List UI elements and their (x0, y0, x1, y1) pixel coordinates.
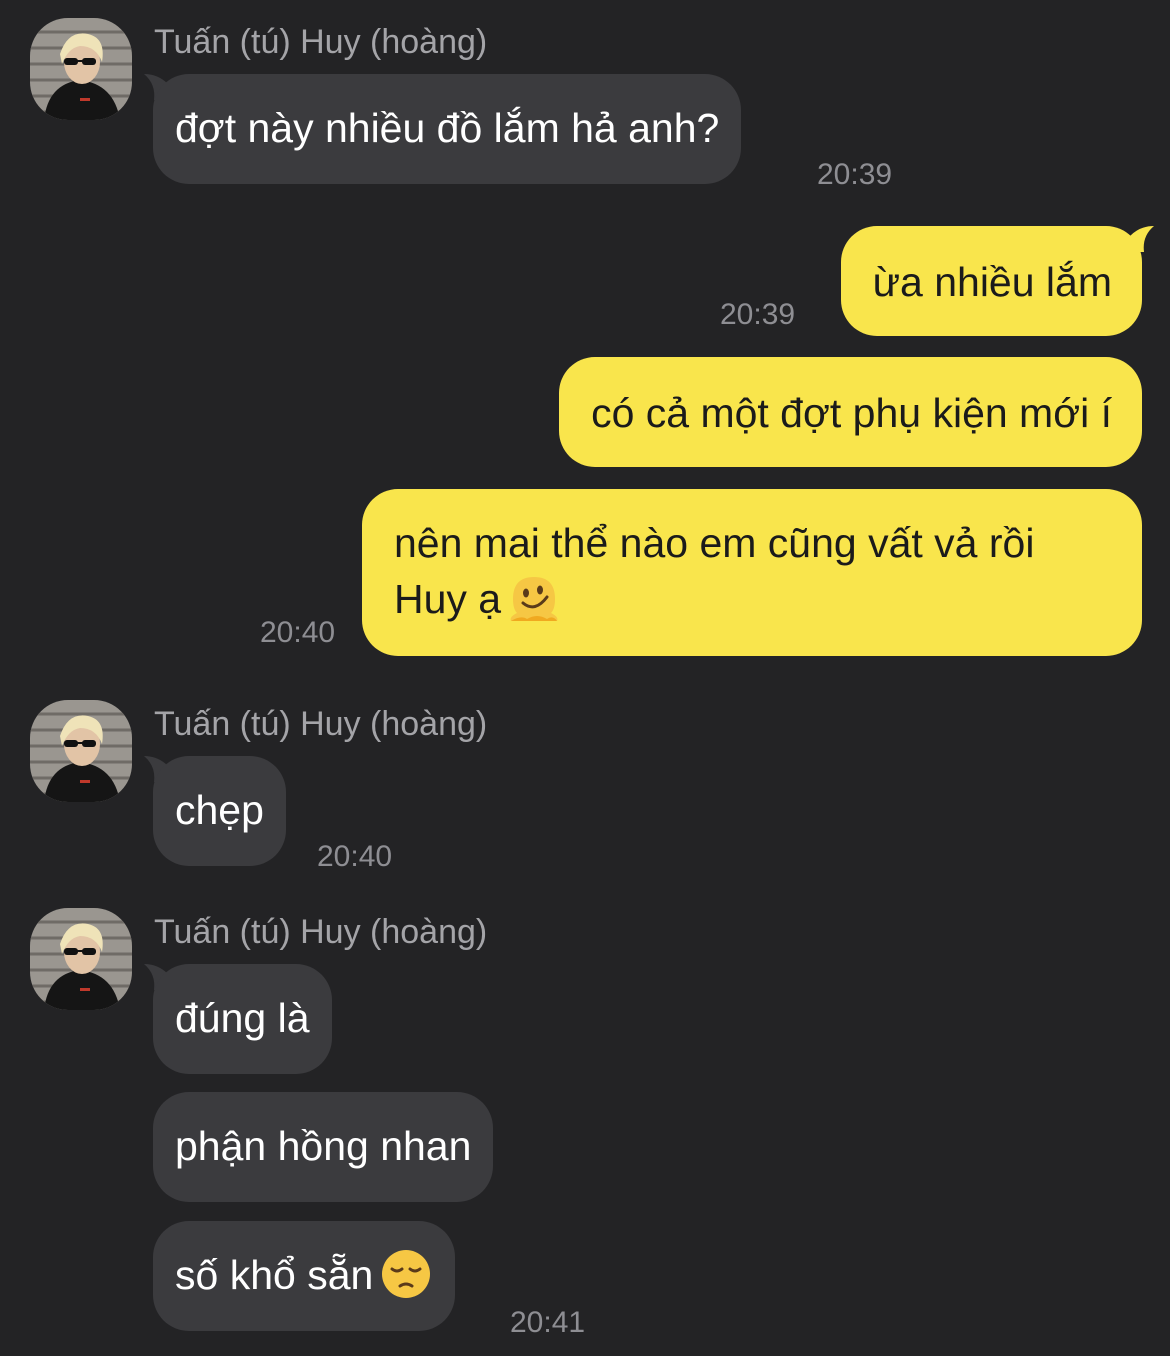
message-bubble-incoming[interactable]: chẹp (153, 756, 286, 866)
avatar-photo (30, 18, 132, 120)
message-text: đúng là (175, 995, 310, 1041)
message-bubble-incoming[interactable]: đợt này nhiều đồ lắm hả anh? (153, 74, 742, 184)
avatar-photo (30, 908, 132, 1010)
sender-name: Tuấn (tú) Huy (hoàng) (154, 23, 488, 61)
message-text: phận hồng nhan (175, 1123, 472, 1169)
message-bubble-incoming[interactable]: phận hồng nhan (153, 1092, 494, 1202)
message-text: chẹp (175, 787, 264, 833)
message-bubble-outgoing[interactable]: ừa nhiều lắm (840, 226, 1142, 336)
message-timestamp: 20:40 (317, 840, 393, 873)
message-timestamp: 20:41 (510, 1306, 586, 1339)
message-text: có cả một đợt phụ kiện mới í (591, 390, 1112, 436)
message-text: nên mai thể nào em cũng vất vả rồi Huy ạ (394, 520, 1035, 622)
bubble-tail (1130, 226, 1154, 252)
message-text: đợt này nhiều đồ lắm hả anh? (175, 105, 720, 151)
message-bubble-outgoing[interactable]: có cả một đợt phụ kiện mới í (559, 357, 1142, 467)
message-text: số khổ sẵn (175, 1252, 374, 1298)
message-bubble-outgoing[interactable]: nên mai thể nào em cũng vất vả rồi Huy ạ (362, 489, 1142, 656)
message-timestamp: 20:39 (817, 158, 893, 191)
chat-view: Tuấn (tú) Huy (hoàng) đợt này nhiều đồ l… (0, 0, 1170, 1356)
pensive-face-emoji (379, 1247, 433, 1301)
melting-face-emoji (507, 571, 561, 625)
sender-avatar[interactable] (30, 700, 132, 802)
message-text: ừa nhiều lắm (872, 259, 1112, 305)
message-timestamp: 20:40 (260, 616, 336, 649)
sender-name: Tuấn (tú) Huy (hoàng) (154, 705, 488, 743)
sender-avatar[interactable] (30, 908, 132, 1010)
message-bubble-incoming[interactable]: số khổ sẵn (153, 1221, 456, 1331)
message-timestamp: 20:39 (720, 298, 796, 331)
sender-name: Tuấn (tú) Huy (hoàng) (154, 913, 488, 951)
message-bubble-incoming[interactable]: đúng là (153, 964, 332, 1074)
sender-avatar[interactable] (30, 18, 132, 120)
avatar-photo (30, 700, 132, 802)
